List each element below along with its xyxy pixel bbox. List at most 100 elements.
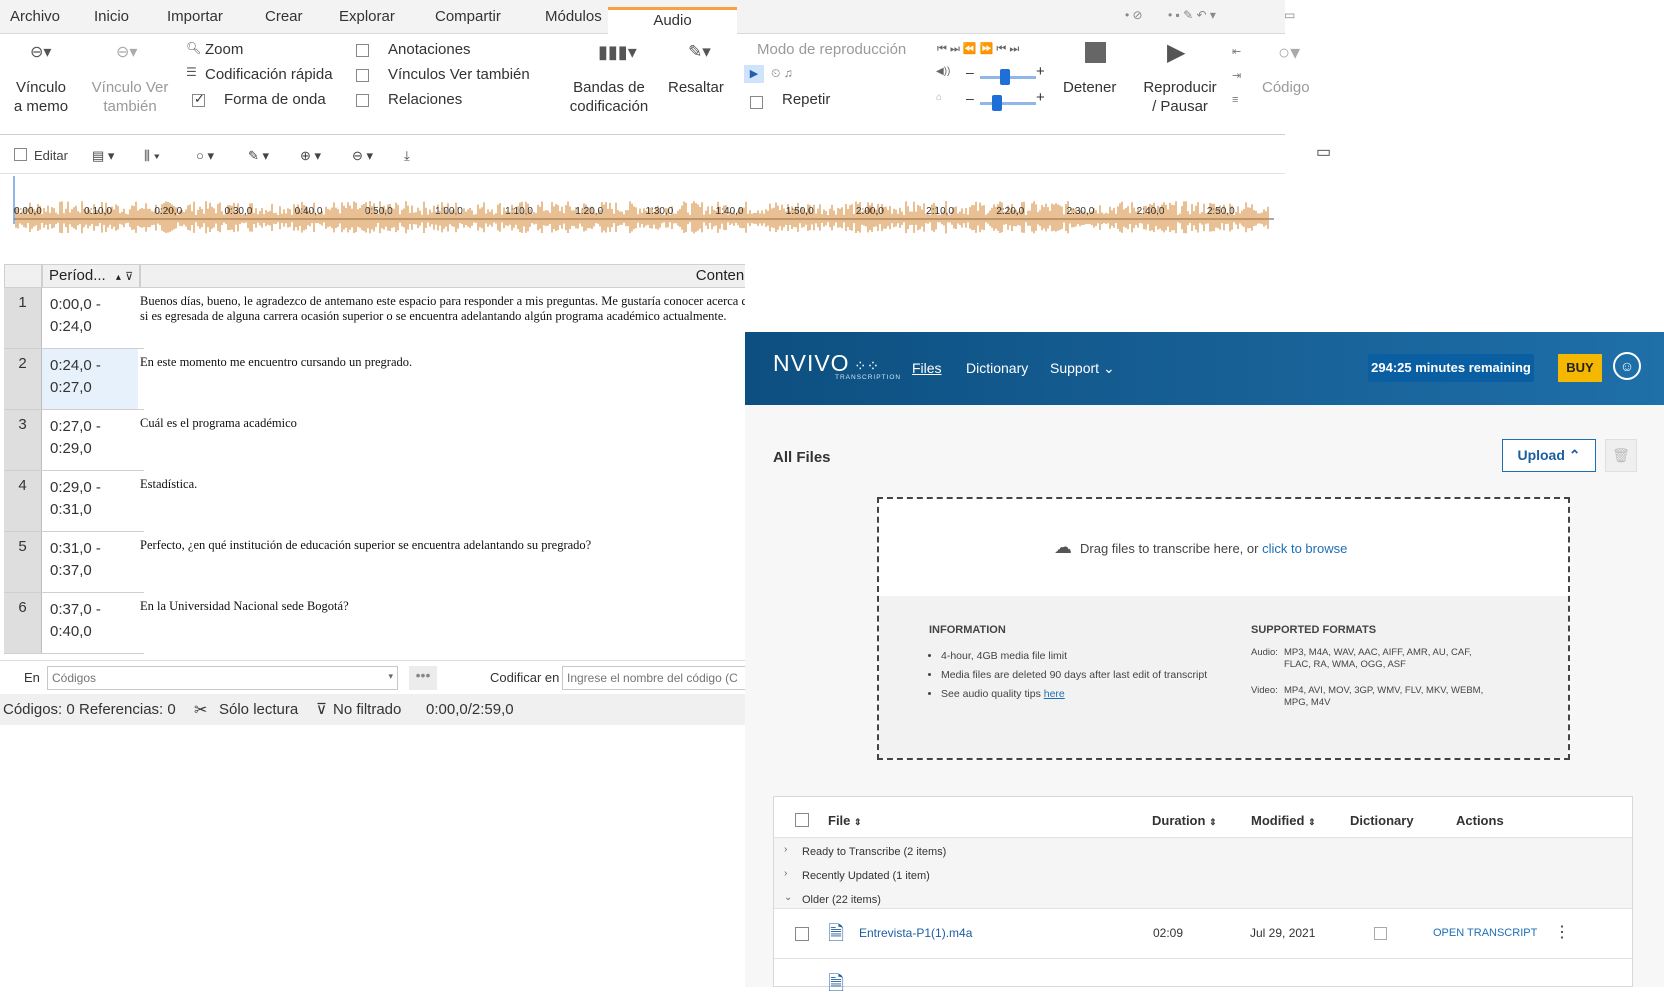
more-icon[interactable]: •••	[409, 666, 437, 690]
codificacion-rapida-button[interactable]: Codificación rápida	[205, 65, 333, 84]
waveform[interactable]: 0:00,0 0:10,0 0:20,0 0:30,0 0:40,0 0:50,0 1:00…	[0, 174, 1285, 254]
dictionary-checkbox[interactable]	[1374, 927, 1387, 940]
codigos-dropdown[interactable]: ▾	[47, 666, 398, 690]
stripes-tool-icon[interactable]: ⫼ ▾	[144, 148, 160, 164]
codigos-input[interactable]	[48, 667, 368, 689]
menu-explorar[interactable]: Explorar	[339, 8, 395, 25]
volume-slider-knob[interactable]	[1000, 69, 1010, 85]
nav-files[interactable]: Files	[912, 360, 942, 376]
group-ready[interactable]: Ready to Transcribe (2 items)	[802, 846, 946, 858]
zoom-tool-icon[interactable]: ⊕ ▾	[300, 148, 321, 164]
repetir-checkbox[interactable]	[750, 96, 763, 109]
sort-icon[interactable]: ▴	[116, 272, 121, 283]
detener-button[interactable]: Detener	[1063, 78, 1116, 97]
row-period[interactable]: 0:29,0 - 0:31,0	[42, 471, 138, 532]
menu-importar[interactable]: Importar	[167, 8, 223, 25]
table-row[interactable]: 🗎︎ Entrevista-P1(1).m4a 02:09 Jul 29, 20…	[774, 909, 1632, 959]
vinculo-memo-button[interactable]: Vínculo a memo	[12, 78, 70, 116]
file-name-link[interactable]: Entrevista-P1(1).m4a	[859, 926, 972, 940]
chevron-down-icon[interactable]: ▾	[388, 671, 393, 682]
vinculos-ver-checkbox[interactable]	[356, 69, 369, 82]
menu-modulos[interactable]: Módulos	[545, 8, 602, 25]
code-name-input[interactable]	[562, 666, 752, 690]
bandas-button[interactable]: Bandas de codificación	[560, 78, 658, 116]
group-recent[interactable]: Recently Updated (1 item)	[802, 870, 930, 882]
quality-tips-link[interactable]: here	[1044, 688, 1065, 700]
trash-icon[interactable]: 🗑︎	[1605, 439, 1637, 472]
volume-plus[interactable]: +	[1036, 63, 1045, 80]
row-content[interactable]: Estadística.	[140, 477, 745, 492]
row-period[interactable]: 0:24,0 - 0:27,0	[42, 349, 138, 410]
codigo-button[interactable]: Código	[1262, 78, 1310, 97]
reproducir-button[interactable]: Reproducir / Pausar	[1138, 78, 1222, 116]
volume-minus[interactable]: –	[966, 64, 974, 80]
row-content[interactable]: Perfecto, ¿en qué institución de educaci…	[140, 538, 745, 553]
row-period[interactable]: 0:31,0 - 0:37,0	[42, 532, 138, 593]
open-transcript-link[interactable]: OPEN TRANSCRIPT	[1433, 927, 1537, 939]
skip-controls-icon[interactable]: ⏮ ⏭ ⏪ ⏩ ⏮ ⏭	[937, 42, 1019, 56]
row-number[interactable]: 5	[4, 532, 42, 593]
drop-zone[interactable]: ☁ Drag files to transcribe here, or click…	[877, 497, 1570, 760]
highlight-tool-icon[interactable]: ✎ ▾	[248, 148, 269, 164]
tab-audio[interactable]: Audio	[608, 7, 737, 34]
row-period[interactable]: 0:37,0 - 0:40,0	[42, 593, 138, 654]
upload-button[interactable]: Upload ⌃	[1502, 439, 1596, 472]
menu-inicio[interactable]: Inicio	[94, 8, 129, 25]
row-content[interactable]: Buenos días, bueno, le agradezco de ante…	[140, 294, 745, 324]
header-modified[interactable]: Modified ⇕	[1251, 813, 1316, 828]
row-checkbox[interactable]	[795, 927, 809, 941]
select-all-checkbox[interactable]	[795, 813, 809, 827]
speed-plus[interactable]: +	[1036, 89, 1045, 106]
speed-slider-track[interactable]	[980, 102, 1036, 105]
filter-icon[interactable]: ⊽	[125, 271, 133, 283]
row-content[interactable]: En la Universidad Nacional sede Bogotá?	[140, 599, 745, 614]
comment-icon[interactable]: ▭	[1284, 8, 1295, 22]
link-tool-icon[interactable]: ⊖ ▾	[352, 148, 373, 164]
nvivo-logo[interactable]: NVIVO ⁘⁘ TRANSCRIPTION	[773, 350, 901, 381]
nav-support[interactable]: Support ⌄	[1050, 360, 1115, 377]
speed-icon[interactable]: ⏲ ♫	[771, 66, 793, 81]
row-period[interactable]: 0:00,0 - 0:24,0	[42, 288, 138, 349]
col-periodo[interactable]: Períod... ▴ ⊽	[42, 264, 140, 288]
row-period[interactable]: 0:27,0 - 0:29,0	[42, 410, 138, 471]
nav-dictionary[interactable]: Dictionary	[966, 360, 1028, 376]
code-tool-icon[interactable]: ○ ▾	[196, 148, 214, 164]
row-number[interactable]: 6	[4, 593, 42, 654]
buy-button[interactable]: BUY	[1558, 354, 1602, 382]
row-number[interactable]: 2	[4, 349, 42, 410]
header-duration[interactable]: Duration ⇕	[1152, 813, 1217, 828]
user-account-icon[interactable]: ☺	[1613, 352, 1641, 380]
forma-onda-checkbox[interactable]	[192, 91, 205, 107]
browse-link[interactable]: click to browse	[1262, 541, 1347, 556]
row-number[interactable]: 3	[4, 410, 42, 471]
speed-minus[interactable]: –	[966, 90, 974, 106]
row-number[interactable]: 4	[4, 471, 42, 532]
editar-checkbox[interactable]	[14, 148, 27, 161]
row-number[interactable]: 1	[4, 288, 42, 349]
chevron-down-icon[interactable]: ⌄	[784, 892, 792, 903]
span-icons[interactable]: ⇤ ⇥ ≡	[1232, 40, 1241, 112]
relaciones-checkbox[interactable]	[356, 94, 369, 107]
zoom-button[interactable]: Zoom	[205, 40, 243, 59]
chevron-right-icon[interactable]: ›	[784, 844, 787, 855]
download-icon[interactable]: ⤓	[404, 148, 410, 164]
play-mode-icon[interactable]: ▶	[744, 65, 764, 83]
options-icon[interactable]: • ⊘	[1125, 8, 1143, 22]
chevron-right-icon[interactable]: ›	[784, 868, 787, 879]
resaltar-button[interactable]: Resaltar	[668, 78, 724, 97]
more-vertical-icon[interactable]: ⋮	[1554, 922, 1570, 942]
anotaciones-checkbox[interactable]	[356, 44, 369, 57]
row-content[interactable]: En este momento me encuentro cursando un…	[140, 355, 745, 370]
waveform-panel[interactable]: 0:00,0 0:10,0 0:20,0 0:30,0 0:40,0 0:50,0 1:00…	[0, 174, 1285, 254]
row-content[interactable]: Cuál es el programa académico	[140, 416, 745, 431]
annotation-tool-icon[interactable]: ▤ ▾	[92, 148, 114, 164]
vinculo-ver-button[interactable]: Vínculo Ver también	[86, 78, 174, 116]
save-icon[interactable]: • ▪ ✎ ↶ ▾	[1168, 8, 1216, 22]
menu-archivo[interactable]: Archivo	[10, 8, 60, 25]
maximize-icon[interactable]: ▭	[1316, 142, 1331, 162]
group-older[interactable]: Older (22 items)	[802, 894, 881, 906]
menu-compartir[interactable]: Compartir	[435, 8, 501, 25]
menu-crear[interactable]: Crear	[265, 8, 303, 25]
speed-slider-knob[interactable]	[992, 95, 1002, 111]
header-file[interactable]: File ⇕	[828, 813, 862, 828]
